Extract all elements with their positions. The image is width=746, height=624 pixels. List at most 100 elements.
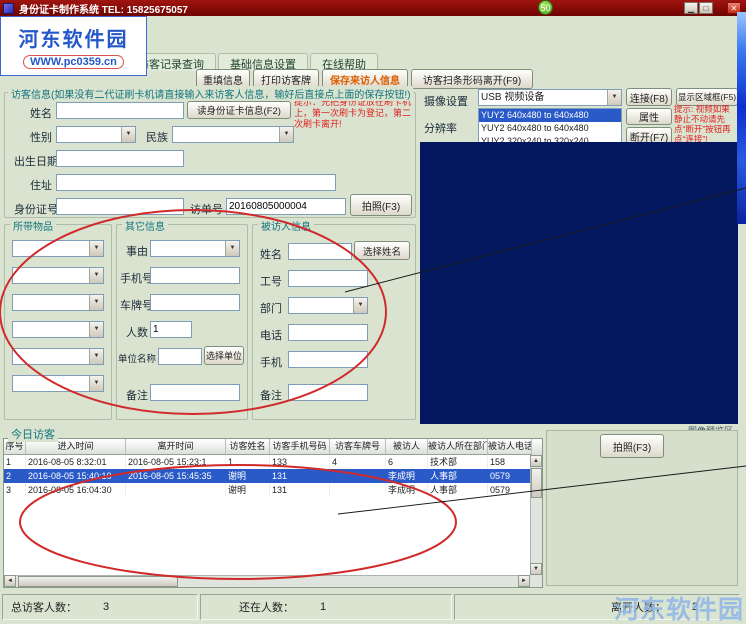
other-remark-input[interactable]	[150, 384, 240, 401]
interviewee-mobile-input[interactable]	[288, 351, 368, 368]
minimize-icon: ▁	[688, 4, 694, 13]
camera-device-select[interactable]: USB 视频设备 ▼	[478, 89, 622, 106]
photo-button-bottom[interactable]: 拍照(F3)	[600, 434, 664, 458]
status-total: 总访客人数： 3	[2, 594, 198, 620]
resolution-label: 分辨率	[424, 120, 457, 136]
select-company-button[interactable]: 选择单位	[204, 346, 244, 365]
phone-label: 电话	[260, 327, 282, 343]
id-number-input[interactable]	[56, 198, 184, 215]
table-cell: 1	[226, 455, 270, 469]
job-no-input[interactable]	[288, 270, 368, 287]
table-cell	[330, 469, 386, 483]
resolution-option[interactable]: YUY2 640x480 to 640x480	[479, 109, 621, 122]
photo-button-top[interactable]: 拍照(F3)	[350, 194, 412, 216]
table-cell: 2016-08-05 16:04:30	[26, 483, 126, 497]
plate-input[interactable]	[150, 294, 240, 311]
camera-settings-label: 摄像设置	[424, 93, 468, 109]
id-card-hint: 提示：先把身份证放在刷卡机上，第一次刷卡为登记，第二次刷卡离开!	[294, 97, 416, 130]
table-cell: 2016-08-05 15:45:35	[126, 469, 226, 483]
status-inside-value: 1	[320, 601, 326, 613]
col-header[interactable]: 被访人电话	[488, 439, 532, 455]
id-number-label: 身份证号	[14, 201, 58, 217]
carried-item-select-6[interactable]: ▼	[12, 375, 104, 392]
scroll-up-icon[interactable]: ▲	[530, 455, 542, 467]
interviewee-remark-input[interactable]	[288, 384, 368, 401]
table-row[interactable]: 3 2016-08-05 16:04:30 谢明 131 李成明 人事部 057…	[4, 483, 542, 497]
vertical-scrollbar[interactable]: ▲ ▼	[530, 455, 542, 575]
dept-select[interactable]: ▼	[288, 297, 368, 314]
mobile-label: 手机号	[120, 270, 153, 286]
name-input[interactable]	[56, 102, 184, 119]
table-cell: 技术部	[428, 455, 488, 469]
chevron-down-icon: ▼	[279, 127, 293, 142]
col-header[interactable]: 访客车牌号	[330, 439, 386, 455]
minimize-button[interactable]: ▁	[684, 2, 698, 14]
table-cell	[330, 483, 386, 497]
status-inside-label: 还在人数：	[239, 599, 294, 615]
col-header[interactable]: 被访人所在部门	[428, 439, 488, 455]
table-cell	[126, 483, 226, 497]
maximize-button[interactable]: □	[699, 2, 713, 14]
table-row[interactable]: 1 2016-08-05 8:32:01 2016-08-05 15:23:1 …	[4, 455, 542, 469]
resolution-option[interactable]: YUY2 640x480 to 640x480	[479, 122, 621, 135]
chevron-down-icon: ▼	[225, 241, 239, 256]
plate-label: 车牌号	[120, 297, 153, 313]
site-watermark-bottom: 河东软件园	[614, 590, 744, 624]
carried-item-select-3[interactable]: ▼	[12, 294, 104, 311]
visit-no-input[interactable]	[226, 198, 346, 215]
app-window: 身份证卡制作系统 TEL: 15825675057 50 ▁ □ ✕ 访客登记 …	[0, 0, 746, 624]
scroll-right-icon[interactable]: ►	[518, 575, 530, 587]
interviewee-name-input[interactable]	[288, 243, 352, 260]
status-inside: 还在人数： 1	[200, 594, 452, 620]
scroll-down-icon[interactable]: ▼	[530, 563, 542, 575]
chevron-down-icon: ▼	[353, 298, 367, 313]
col-header[interactable]: 访客手机号码	[270, 439, 330, 455]
scan-barcode-leave-button[interactable]: 访客扫条形码离开(F9)	[411, 69, 533, 89]
count-label: 人数	[126, 324, 148, 340]
reason-select[interactable]: ▼	[150, 240, 240, 257]
nation-select[interactable]: ▼	[172, 126, 294, 143]
table-cell: 谢明	[226, 483, 270, 497]
table-cell: 0579	[488, 469, 532, 483]
count-input[interactable]	[150, 321, 192, 338]
carried-item-select-2[interactable]: ▼	[12, 267, 104, 284]
select-name-button[interactable]: 选择姓名	[354, 241, 410, 260]
scrollbar-thumb[interactable]	[18, 576, 178, 587]
camera-device-value: USB 视频设备	[479, 90, 607, 105]
gender-select[interactable]: ▼	[56, 126, 136, 143]
interviewee-remark-label: 备注	[260, 387, 282, 403]
other-info-title: 其它信息	[122, 218, 168, 233]
table-row-selected[interactable]: 2 2016-08-05 15:40:19 2016-08-05 15:45:3…	[4, 469, 542, 483]
carried-item-select-1[interactable]: ▼	[12, 240, 104, 257]
scroll-left-icon[interactable]: ◄	[4, 575, 16, 587]
chevron-down-icon: ▼	[89, 376, 103, 391]
properties-button[interactable]: 属性	[626, 108, 672, 125]
app-icon	[3, 3, 14, 14]
today-visitors-table[interactable]: 序号 进入时间 离开时间 访客姓名 访客手机号码 访客车牌号 被访人 被访人所在…	[3, 438, 543, 588]
nation-label: 民族	[146, 129, 168, 145]
company-input[interactable]	[158, 348, 202, 365]
col-header[interactable]: 被访人	[386, 439, 428, 455]
interviewee-name-label: 姓名	[260, 246, 282, 262]
col-header[interactable]: 访客姓名	[226, 439, 270, 455]
mobile-input[interactable]	[150, 267, 240, 284]
horizontal-scrollbar[interactable]: ◄ ►	[4, 575, 530, 587]
scrollbar-thumb[interactable]	[531, 468, 542, 498]
address-input[interactable]	[56, 174, 336, 191]
birth-input[interactable]	[56, 150, 184, 167]
read-id-card-button[interactable]: 读身份证卡信息(F2)	[187, 101, 291, 119]
phone-input[interactable]	[288, 324, 368, 341]
col-header[interactable]: 离开时间	[126, 439, 226, 455]
connect-button[interactable]: 连接(F8)	[626, 88, 672, 106]
site-watermark-logo: 河东软件园 WWW.pc0359.cn	[0, 16, 147, 76]
table-cell: 人事部	[428, 469, 488, 483]
status-total-value: 3	[103, 601, 109, 613]
birth-label: 出生日期	[14, 153, 58, 169]
table-cell: 131	[270, 469, 330, 483]
chevron-down-icon: ▼	[89, 268, 103, 283]
carried-item-select-5[interactable]: ▼	[12, 348, 104, 365]
table-cell: 2016-08-05 15:23:1	[126, 455, 226, 469]
job-no-label: 工号	[260, 273, 282, 289]
carried-item-select-4[interactable]: ▼	[12, 321, 104, 338]
title-bar: 身份证卡制作系统 TEL: 15825675057	[0, 0, 746, 16]
